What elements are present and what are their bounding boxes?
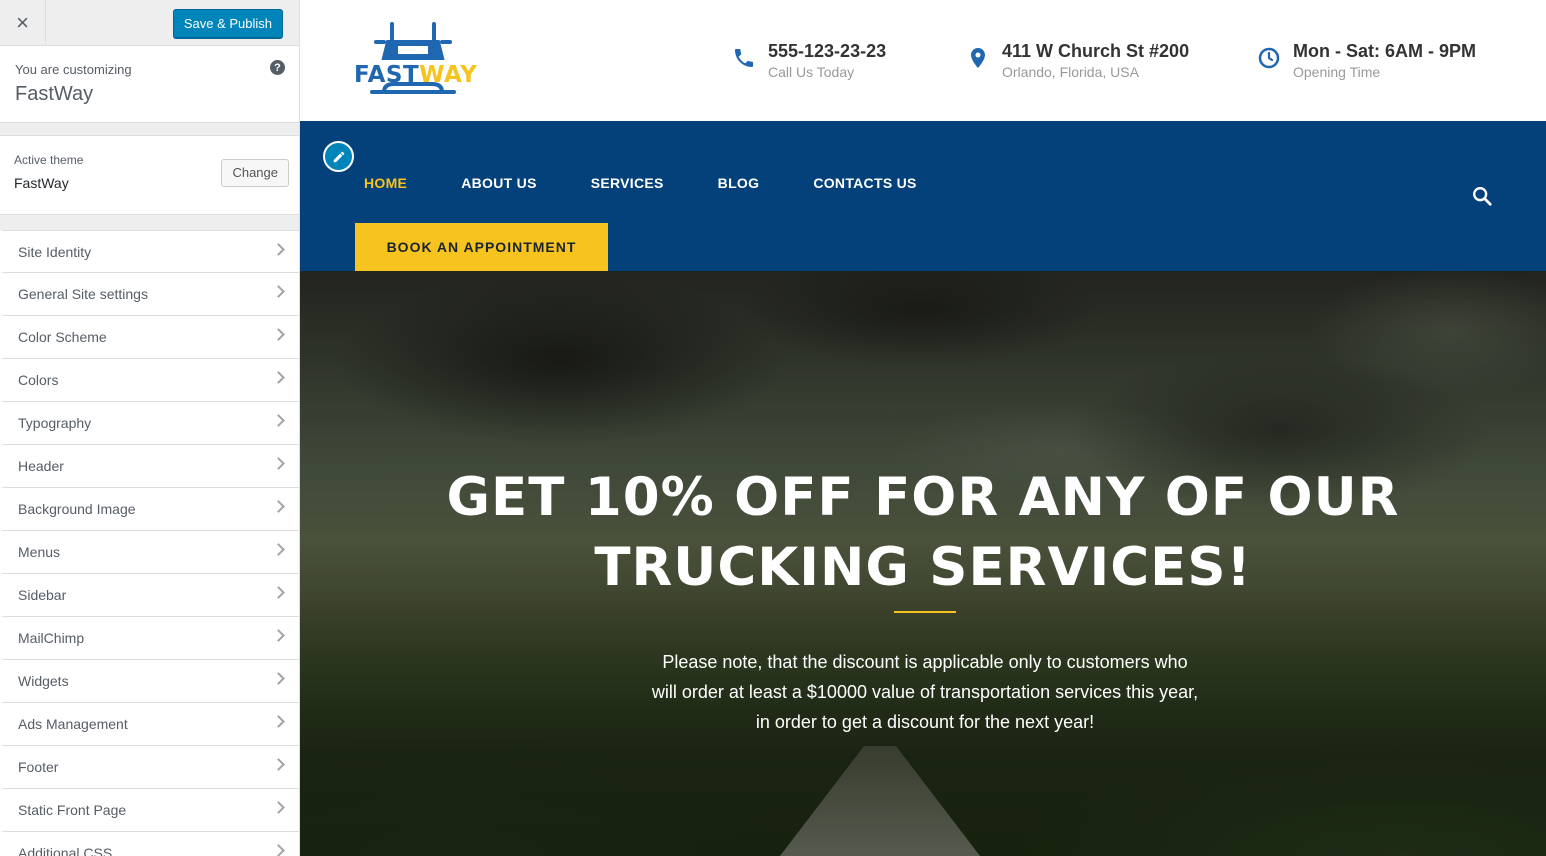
contact-address: 411 W Church St #200 Orlando, Florida, U… (966, 40, 1189, 80)
hero-title-line-2: TRUCKING SERVICES! (594, 537, 1252, 598)
hero-divider (894, 611, 956, 613)
section-sidebar[interactable]: Sidebar (0, 574, 299, 617)
help-icon[interactable]: ? (270, 60, 285, 75)
section-label: Sidebar (18, 587, 67, 603)
section-colors[interactable]: Colors (0, 359, 299, 402)
close-icon: × (16, 10, 29, 35)
customizer-info: You are customizing FastWay ? (0, 46, 299, 123)
hero-title-line-1: GET 10% OFF FOR ANY OF OUR (446, 467, 1400, 528)
nav-item-contacts-us[interactable]: CONTACTS US (813, 175, 916, 191)
book-appointment-button[interactable]: BOOK AN APPOINTMENT (355, 223, 608, 271)
hero-title: GET 10% OFF FOR ANY OF OUR TRUCKING SERV… (300, 463, 1546, 603)
customizer-header: × Save & Publish (0, 0, 299, 46)
customizing-label: You are customizing (15, 62, 132, 77)
section-general-site-settings[interactable]: General Site settings (0, 273, 299, 316)
hours-caption: Opening Time (1293, 64, 1381, 80)
chevron-right-icon (272, 586, 285, 599)
section-widgets[interactable]: Widgets (0, 660, 299, 703)
section-ads-management[interactable]: Ads Management (0, 703, 299, 746)
hours-line: Mon - Sat: 6AM - 9PM (1293, 41, 1476, 61)
section-label: Color Scheme (18, 329, 107, 345)
contact-hours: Mon - Sat: 6AM - 9PM Opening Time (1257, 40, 1476, 80)
nav-item-home[interactable]: HOME (364, 175, 407, 191)
active-theme-panel: Active theme FastWay Change (0, 135, 299, 215)
section-label: Colors (18, 372, 59, 388)
chevron-right-icon (272, 371, 285, 384)
clock-icon (1258, 47, 1280, 69)
chevron-right-icon (272, 243, 285, 256)
change-theme-button[interactable]: Change (221, 159, 289, 187)
section-label: Additional CSS (18, 845, 113, 856)
chevron-right-icon (272, 414, 285, 427)
phone-number[interactable]: 555-123-23-23 (768, 40, 886, 62)
section-label: Menus (18, 544, 61, 560)
address-city: Orlando, Florida, USA (1002, 64, 1139, 80)
hero-description: Please note, that the discount is applic… (651, 652, 1199, 732)
section-background-image[interactable]: Background Image (0, 488, 299, 531)
chevron-right-icon (272, 801, 285, 814)
close-customizer-button[interactable]: × (0, 0, 46, 46)
section-typography[interactable]: Typography (0, 402, 299, 445)
section-label: MailChimp (18, 630, 85, 646)
chevron-right-icon (272, 672, 285, 685)
chevron-right-icon (272, 758, 285, 771)
address-line: 411 W Church St #200 (1002, 41, 1190, 61)
logo-wordmark: FASTWAY (354, 62, 477, 88)
section-site-identity[interactable]: Site Identity (0, 230, 299, 273)
hero-banner: GET 10% OFF FOR ANY OF OUR TRUCKING SERV… (300, 271, 1546, 856)
section-additional-css[interactable]: Additional CSS (0, 832, 299, 856)
chevron-right-icon (272, 543, 285, 556)
site-preview: FASTWAY 555-123-23-23 Call Us Today 411 … (300, 0, 1546, 856)
chevron-right-icon (272, 500, 285, 513)
nav-menu: HOME ABOUT US SERVICES BLOG CONTACTS US (364, 175, 971, 191)
site-header: FASTWAY 555-123-23-23 Call Us Today 411 … (300, 0, 1546, 121)
chevron-right-icon (272, 285, 285, 298)
section-label: Widgets (18, 673, 69, 689)
section-label: Static Front Page (18, 802, 127, 818)
section-footer[interactable]: Footer (0, 746, 299, 789)
logo-text-fast: FAST (354, 62, 420, 88)
section-label: Footer (18, 759, 59, 775)
chevron-right-icon (272, 629, 285, 642)
map-marker-icon (971, 48, 985, 68)
chevron-right-icon (272, 457, 285, 470)
section-label: Background Image (18, 501, 136, 517)
chevron-right-icon (272, 844, 285, 856)
pencil-icon (333, 151, 344, 162)
section-label: Typography (18, 415, 92, 431)
section-label: Ads Management (18, 716, 128, 732)
phone-caption: Call Us Today (768, 64, 855, 80)
contact-phone: 555-123-23-23 Call Us Today (732, 40, 886, 80)
section-label: Header (18, 458, 64, 474)
section-label: Site Identity (18, 243, 92, 260)
phone-icon (735, 49, 753, 67)
nav-item-blog[interactable]: BLOG (718, 175, 760, 191)
customizer-sections: Site Identity General Site settings Colo… (0, 230, 299, 856)
site-title: FastWay (15, 83, 94, 105)
edit-menu-shortcut[interactable] (323, 141, 354, 172)
save-publish-button[interactable]: Save & Publish (172, 9, 283, 38)
section-label: General Site settings (18, 286, 148, 302)
site-logo[interactable]: FASTWAY (354, 16, 477, 104)
logo-text-way: WAY (419, 62, 478, 88)
section-menus[interactable]: Menus (0, 531, 299, 574)
nav-item-services[interactable]: SERVICES (591, 175, 664, 191)
truck-icon (370, 22, 456, 94)
nav-item-about-us[interactable]: ABOUT US (461, 175, 537, 191)
search-icon[interactable] (1471, 185, 1493, 207)
customizer-panel: × Save & Publish You are customizing Fas… (0, 0, 300, 856)
chevron-right-icon (272, 328, 285, 341)
section-header[interactable]: Header (0, 445, 299, 488)
section-static-front-page[interactable]: Static Front Page (0, 789, 299, 832)
section-mailchimp[interactable]: MailChimp (0, 617, 299, 660)
chevron-right-icon (272, 715, 285, 728)
section-color-scheme[interactable]: Color Scheme (0, 316, 299, 359)
main-navigation: HOME ABOUT US SERVICES BLOG CONTACTS US … (300, 121, 1546, 271)
